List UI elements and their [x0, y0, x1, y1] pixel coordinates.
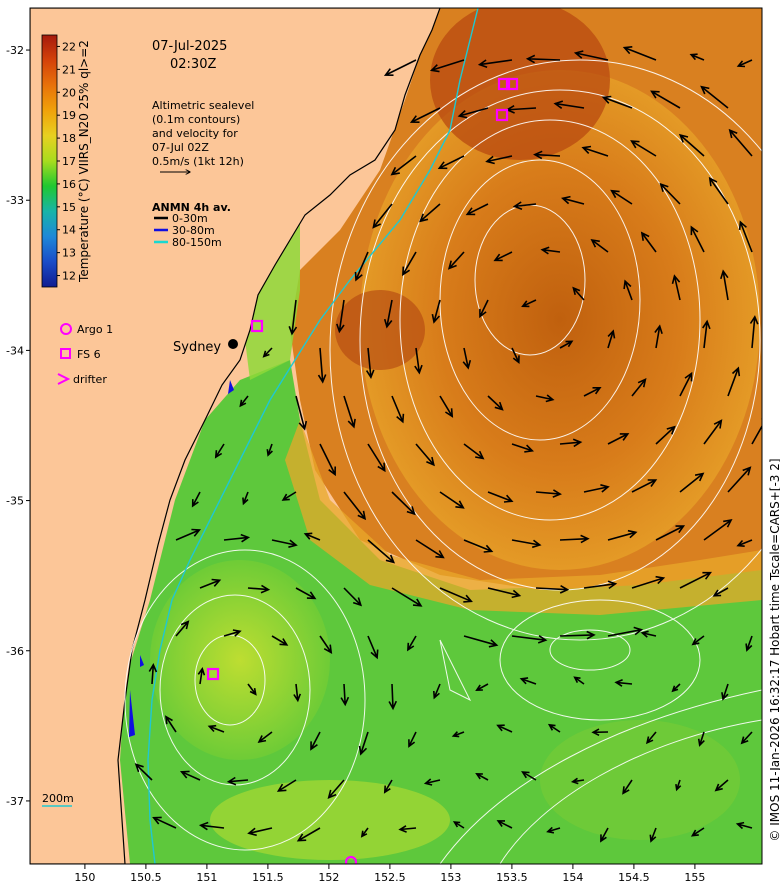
colorbar-label: Temperature (°C) VIIRS_N20 25% ql>=2 — [77, 40, 91, 283]
drifter-legend-label: drifter — [73, 373, 107, 386]
ocean-temperature-map: Sydney 200m 22 21 20 19 18 17 16 15 14 13 12 Tempe… — [6, 7, 780, 884]
colorbar-gradient — [41, 34, 58, 288]
colorbar-tick-label: 14 — [62, 224, 76, 237]
colorbar-tick-label: 17 — [62, 155, 76, 168]
colorbar-tick-label: 13 — [62, 247, 76, 260]
colorbar: 22 21 20 19 18 17 16 15 14 13 12 Temperature (°C) … — [41, 34, 91, 288]
altimetry-note-line: Altimetric sealevel — [152, 99, 254, 112]
altimetry-note-line: 0.5m/s (1kt 12h) — [152, 155, 244, 168]
altimetry-note-line: and velocity for — [152, 127, 238, 140]
y-tick-label: -32 — [6, 44, 24, 57]
x-tick-label: 153 — [440, 871, 461, 884]
colorbar-tick-label: 16 — [62, 178, 76, 191]
x-tick-label: 150 — [74, 871, 95, 884]
colorbar-tick-label: 20 — [62, 86, 76, 99]
isobath-legend-label: 200m — [42, 792, 74, 805]
anmn-legend-item: 80-150m — [172, 236, 222, 249]
y-tick-label: -34 — [6, 344, 24, 357]
colorbar-tick-label: 19 — [62, 109, 76, 122]
colorbar-tick-label: 12 — [62, 270, 76, 283]
x-axis: 150 150.5 151 151.5 152 152.5 153 153.5 154 154.5… — [74, 864, 705, 884]
x-tick-label: 151 — [196, 871, 217, 884]
x-tick-label: 154 — [562, 871, 583, 884]
altimetry-note-line: (0.1m contours) — [152, 113, 240, 126]
x-tick-label: 150.5 — [130, 871, 162, 884]
x-tick-label: 151.5 — [252, 871, 284, 884]
y-tick-label: -36 — [6, 645, 24, 658]
x-tick-label: 152.5 — [374, 871, 406, 884]
plot-area: Sydney 200m — [30, 8, 762, 864]
colorbar-tick-label: 21 — [62, 63, 76, 76]
argo-legend-label: Argo 1 — [77, 323, 113, 336]
warm-patch-west — [335, 290, 425, 370]
warm-patch-north — [430, 8, 610, 160]
y-tick-label: -37 — [6, 795, 24, 808]
x-tick-label: 153.5 — [496, 871, 528, 884]
sydney-dot — [228, 339, 238, 349]
y-tick-label: -33 — [6, 194, 24, 207]
x-tick-label: 155 — [684, 871, 705, 884]
credit-text: © IMOS 11-Jan-2026 16:32:17 Hobart time … — [768, 458, 780, 841]
colorbar-tick-label: 18 — [62, 132, 76, 145]
map-time: 02:30Z — [170, 57, 216, 72]
x-tick-label: 152 — [318, 871, 339, 884]
colorbar-tick-label: 22 — [62, 40, 76, 53]
colorbar-tick-label: 15 — [62, 201, 76, 214]
altimetry-note-line: 07-Jul 02Z — [152, 141, 209, 154]
map-date: 07-Jul-2025 — [152, 39, 227, 54]
fs-legend-label: FS 6 — [77, 348, 101, 361]
x-tick-label: 154.5 — [618, 871, 650, 884]
cool-patch-east — [540, 720, 740, 840]
y-tick-label: -35 — [6, 495, 24, 508]
city-label: Sydney — [173, 340, 221, 355]
y-axis: -32 -33 -34 -35 -36 -37 — [6, 44, 30, 808]
